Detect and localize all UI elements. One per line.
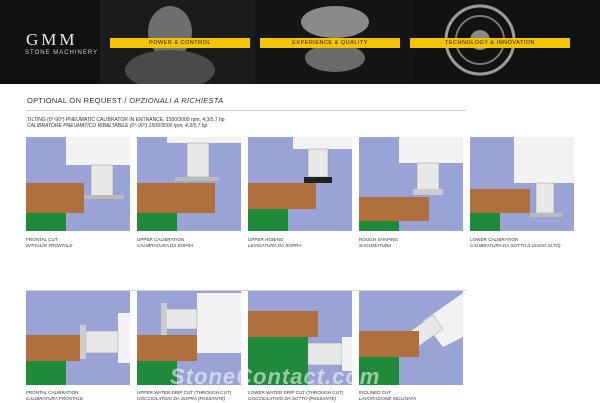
caption-en: FRONTAL CALIBRATION — [26, 390, 79, 395]
divider — [26, 110, 466, 111]
caption-it: INTAGLIO FRONTALE — [26, 243, 73, 248]
caption-it: GOCCIOLATOIO DA SOTTO (PASSANTE) — [248, 396, 337, 401]
caption-rough-shaping: ROUGH SHAPING SAGOMATURA — [359, 237, 398, 249]
caption-en: INCLINED CUT — [359, 390, 392, 395]
caption-upper-water-drip: UPPER WATER DRIP CUT (THROUGH CUT) GOCCIO… — [137, 390, 231, 402]
subtitle: TILTING (0°-90°) PNEUMATIC CALIBRATOR IN… — [27, 117, 225, 129]
ribbon-experience-quality: EXPERIENCE & QUALITY — [260, 38, 400, 48]
tile-lower-calibration — [470, 137, 574, 231]
brand-logo: GMM — [26, 30, 78, 49]
caption-it: SAGOMATURA — [359, 243, 392, 248]
caption-frontal-calibration: FRONTAL CALIBRATION CALIBRATURA FRONTALE — [26, 390, 83, 402]
caption-en: ROUGH SHAPING — [359, 237, 399, 242]
header-banner: GMM STONE MACHINERY POWER & CONTROL EXPE… — [0, 0, 600, 84]
illustration-upper-honing — [248, 137, 352, 231]
caption-en: FRONTAL CUT — [26, 237, 58, 242]
illustration-lower-calibration — [470, 137, 574, 231]
caption-upper-honing: UPPER HONING LEVIGATURA DA SOPRA — [248, 237, 301, 249]
ribbon-power-control: POWER & CONTROL — [110, 38, 250, 48]
brand-subtitle: STONE MACHINERY — [25, 50, 99, 56]
caption-en: UPPER HONING — [248, 237, 284, 242]
caption-it: GOCCIOLATOIO DA SOPRA (PASSANTE) — [137, 396, 226, 401]
title-separator: / — [124, 96, 127, 105]
caption-it: LEVIGATURA DA SOPRA — [248, 243, 302, 248]
caption-lower-calibration: LOWER CALIBRATION CALIBRATURA DA SOTTO (L… — [470, 237, 561, 249]
caption-upper-calibration: UPPER CALIBRATION CALIBRATURA DA SOPRA — [137, 237, 194, 249]
caption-en: UPPER WATER DRIP CUT (THROUGH CUT) — [137, 390, 232, 395]
subtitle-it: CALIBRATORE PNEUMATICO RIBALTABILE (0°-9… — [27, 123, 208, 129]
caption-en: UPPER CALIBRATION — [137, 237, 185, 242]
tile-upper-honing — [248, 137, 352, 231]
caption-lower-water-drip: LOWER WATER DRIP CUT (THROUGH CUT) GOCCIO… — [248, 390, 343, 402]
caption-frontal-cut: FRONTAL CUT INTAGLIO FRONTALE — [26, 237, 73, 249]
tile-rough-shaping — [359, 137, 463, 231]
caption-en: LOWER CALIBRATION — [470, 237, 519, 242]
watermark: StoneContact.com — [170, 364, 381, 389]
caption-it: CALIBRATURA FRONTALE — [26, 396, 84, 401]
page-title: OPTIONAL ON REQUEST / OPZIONALI A RICHIE… — [27, 96, 223, 105]
title-it: OPZIONALI A RICHIESTA — [129, 96, 224, 105]
title-en: OPTIONAL ON REQUEST — [27, 96, 122, 105]
tile-frontal-calibration — [26, 291, 130, 385]
illustration-frontal-cut — [26, 137, 130, 231]
illustration-frontal-calibration — [26, 291, 130, 385]
tile-frontal-cut — [26, 137, 130, 231]
caption-en: LOWER WATER DRIP CUT (THROUGH CUT) — [248, 390, 344, 395]
illustration-upper-calibration — [137, 137, 241, 231]
caption-inclined-cut: INCLINED CUT LAVORAZIONE INCLINATA — [359, 390, 416, 402]
illustration-rough-shaping — [359, 137, 463, 231]
tile-upper-calibration — [137, 137, 241, 231]
caption-it: CALIBRATURA DA SOPRA — [137, 243, 194, 248]
ribbon-technology-innovation: TECHNOLOGY & INNOVATION — [410, 38, 570, 48]
caption-it: LAVORAZIONE INCLINATA — [359, 396, 417, 401]
caption-it: CALIBRATURA DA SOTTO (LUCIDO ALTO) — [470, 243, 561, 248]
